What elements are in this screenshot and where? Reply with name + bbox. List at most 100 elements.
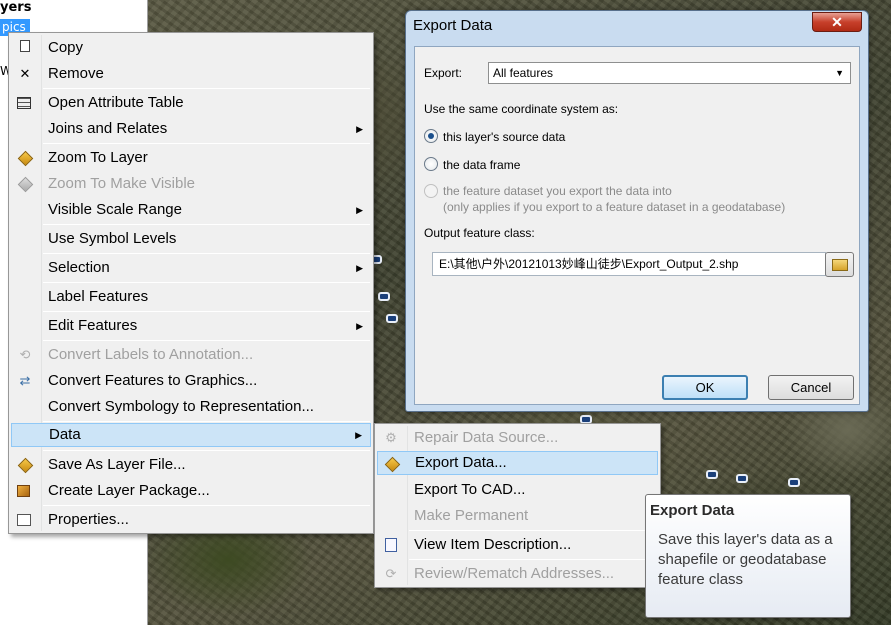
data-submenu: ⚙ Repair Data Source... Export Data... E… bbox=[374, 423, 661, 588]
menu-item-copy[interactable]: Copy bbox=[11, 36, 371, 60]
submenu-arrow-icon: ▶ bbox=[356, 263, 363, 273]
export-label: Export: bbox=[424, 66, 463, 80]
dialog-title: Export Data bbox=[413, 17, 493, 34]
menu-separator bbox=[43, 224, 370, 225]
menu-item-properties[interactable]: Properties... bbox=[11, 508, 371, 532]
export-data-tooltip: Export Data Save this layer's data as a … bbox=[645, 494, 851, 618]
menu-item-label: Repair Data Source... bbox=[414, 429, 559, 446]
layer-package-icon bbox=[17, 485, 30, 497]
repair-icon: ⚙ bbox=[385, 430, 397, 445]
menu-item-label: Convert Symbology to Representation... bbox=[48, 398, 314, 415]
map-marker[interactable] bbox=[736, 474, 748, 483]
table-icon bbox=[17, 97, 31, 109]
radio-feature-dataset-label: the feature dataset you export the data … bbox=[443, 184, 672, 198]
menu-item-label: Copy bbox=[48, 39, 84, 56]
menu-item-label: Make Permanent bbox=[414, 507, 529, 524]
close-button[interactable]: ✕ bbox=[812, 12, 862, 32]
export-icon bbox=[384, 456, 401, 473]
radio-source-data[interactable] bbox=[424, 129, 438, 143]
radio-data-frame[interactable] bbox=[424, 157, 438, 171]
menu-item-convert-symbology[interactable]: Convert Symbology to Representation... bbox=[11, 395, 371, 419]
rematch-icon: ⟳ bbox=[385, 566, 397, 581]
menu-item-view-item-description[interactable]: View Item Description... bbox=[377, 533, 658, 557]
menu-item-label: Export To CAD... bbox=[414, 481, 526, 498]
output-path-field[interactable]: E:\其他\户外\20121013妙峰山徒步\Export_Output_2.s… bbox=[432, 252, 826, 276]
menu-item-open-attribute-table[interactable]: Open Attribute Table bbox=[11, 91, 371, 115]
menu-separator bbox=[43, 253, 370, 254]
menu-item-label: Export Data... bbox=[415, 454, 507, 471]
properties-icon bbox=[17, 514, 31, 526]
menu-item-selection[interactable]: Selection ▶ bbox=[11, 256, 371, 280]
menu-separator bbox=[43, 88, 370, 89]
menu-item-export-to-cad[interactable]: Export To CAD... bbox=[377, 478, 658, 502]
export-select-value: All features bbox=[493, 66, 554, 80]
radio-source-data-label[interactable]: this layer's source data bbox=[443, 130, 565, 144]
menu-item-review-rematch: ⟳ Review/Rematch Addresses... bbox=[377, 562, 658, 586]
menu-separator bbox=[409, 559, 657, 560]
menu-separator bbox=[43, 143, 370, 144]
map-marker[interactable] bbox=[788, 478, 800, 487]
menu-item-joins-and-relates[interactable]: Joins and Relates ▶ bbox=[11, 117, 371, 141]
menu-item-label: Zoom To Make Visible bbox=[48, 175, 196, 192]
output-feature-class-label: Output feature class: bbox=[424, 226, 535, 240]
menu-separator bbox=[43, 311, 370, 312]
submenu-arrow-icon: ▶ bbox=[356, 205, 363, 215]
zoom-layer-icon bbox=[17, 150, 34, 167]
menu-item-label: Zoom To Layer bbox=[48, 149, 148, 166]
menu-item-repair-data-source: ⚙ Repair Data Source... bbox=[377, 426, 658, 450]
menu-item-convert-labels: ⟲ Convert Labels to Annotation... bbox=[11, 343, 371, 367]
map-marker[interactable] bbox=[378, 292, 390, 301]
browse-button[interactable] bbox=[825, 252, 854, 277]
cancel-button[interactable]: Cancel bbox=[768, 375, 854, 400]
convert-graphics-icon: ⇄ bbox=[19, 373, 31, 388]
menu-item-label: Data bbox=[49, 426, 81, 443]
menu-item-remove[interactable]: ✕ Remove bbox=[11, 62, 371, 86]
radio-data-frame-label[interactable]: the data frame bbox=[443, 158, 520, 172]
zoom-visible-icon bbox=[17, 176, 34, 193]
menu-item-label: Convert Features to Graphics... bbox=[48, 372, 258, 389]
menu-item-label: Convert Labels to Annotation... bbox=[48, 346, 254, 363]
submenu-arrow-icon: ▶ bbox=[355, 430, 362, 440]
tooltip-body: Save this layer's data as a shapefile or… bbox=[658, 531, 833, 588]
menu-separator bbox=[43, 450, 370, 451]
menu-item-export-data[interactable]: Export Data... bbox=[377, 451, 658, 475]
menu-item-create-layer-package[interactable]: Create Layer Package... bbox=[11, 479, 371, 503]
menu-item-label-features[interactable]: Label Features bbox=[11, 285, 371, 309]
menu-item-use-symbol-levels[interactable]: Use Symbol Levels bbox=[11, 227, 371, 251]
menu-item-make-permanent: Make Permanent bbox=[377, 504, 658, 528]
menu-item-label: Label Features bbox=[48, 288, 149, 305]
menu-separator bbox=[43, 421, 370, 422]
menu-item-label: Selection bbox=[48, 259, 110, 276]
submenu-arrow-icon: ▶ bbox=[356, 124, 363, 134]
coordinate-system-label: Use the same coordinate system as: bbox=[424, 102, 619, 116]
menu-separator bbox=[43, 505, 370, 506]
radio-feature-dataset-note: (only applies if you export to a feature… bbox=[443, 200, 786, 214]
menu-item-label: Create Layer Package... bbox=[48, 482, 210, 499]
menu-item-convert-features-to-graphics[interactable]: ⇄ Convert Features to Graphics... bbox=[11, 369, 371, 393]
convert-labels-icon: ⟲ bbox=[19, 347, 31, 362]
menu-item-save-as-layer-file[interactable]: Save As Layer File... bbox=[11, 453, 371, 477]
menu-separator bbox=[409, 530, 657, 531]
tooltip-title: Export Data bbox=[650, 502, 735, 519]
ok-button[interactable]: OK bbox=[662, 375, 748, 400]
menu-item-label: Review/Rematch Addresses... bbox=[414, 565, 615, 582]
export-data-dialog: Export Data ✕ Export: All features ▼ Use… bbox=[405, 10, 869, 412]
menu-item-label: Edit Features bbox=[48, 317, 138, 334]
folder-icon bbox=[832, 259, 848, 271]
export-select[interactable]: All features ▼ bbox=[488, 62, 851, 84]
description-icon bbox=[385, 538, 397, 552]
menu-item-visible-scale-range[interactable]: Visible Scale Range ▶ bbox=[11, 198, 371, 222]
map-marker[interactable] bbox=[706, 470, 718, 479]
remove-icon: ✕ bbox=[19, 66, 31, 81]
menu-item-zoom-to-layer[interactable]: Zoom To Layer bbox=[11, 146, 371, 170]
layer-file-icon bbox=[17, 457, 34, 474]
menu-item-label: Joins and Relates bbox=[48, 120, 168, 137]
layer-context-menu: Copy ✕ Remove Open Attribute Table Joins… bbox=[8, 32, 374, 534]
menu-separator bbox=[43, 340, 370, 341]
menu-item-data[interactable]: Data ▶ bbox=[11, 423, 371, 447]
map-marker[interactable] bbox=[386, 314, 398, 323]
menu-item-edit-features[interactable]: Edit Features ▶ bbox=[11, 314, 371, 338]
copy-icon bbox=[20, 40, 30, 52]
toc-title: yers bbox=[0, 0, 32, 15]
dialog-body: Export: All features ▼ Use the same coor… bbox=[414, 46, 860, 405]
